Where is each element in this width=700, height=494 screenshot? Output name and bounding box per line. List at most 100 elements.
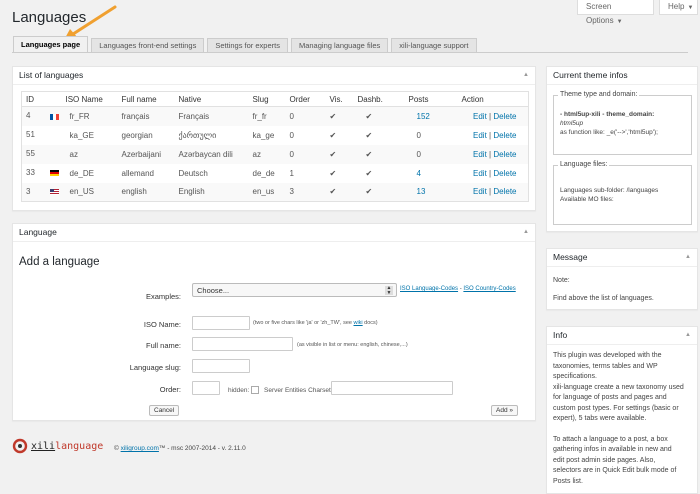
flag-cell	[49, 169, 70, 178]
tab-languages-page[interactable]: Languages page	[13, 36, 89, 52]
theme-domain-info: - html5up-xili - theme_domain: html5up a…	[560, 110, 658, 137]
delete-link[interactable]: Delete	[493, 131, 516, 140]
link-separator: -	[459, 286, 462, 292]
collapse-icon[interactable]: ▲	[685, 327, 691, 344]
panel-title: List of languages	[19, 70, 84, 80]
panel-header[interactable]: Current theme infos	[547, 67, 697, 85]
edit-link[interactable]: Edit	[473, 112, 487, 121]
iso-name-hint: (two or five chars like 'ja' or 'zh_TW',…	[253, 320, 378, 326]
collapse-icon[interactable]: ▲	[685, 249, 691, 266]
row-dashb: ✔	[365, 168, 373, 178]
row-order: 1	[289, 168, 294, 178]
panel-title: Info	[553, 330, 568, 340]
iso-name-input[interactable]	[192, 316, 250, 330]
cancel-button[interactable]: Cancel	[149, 405, 180, 416]
delete-link[interactable]: Delete	[493, 169, 516, 178]
iso-country-codes-link[interactable]: ISO Country-Codes	[463, 286, 515, 292]
edit-link[interactable]: Edit	[473, 131, 487, 140]
row-dashb: ✔	[353, 182, 405, 202]
language-files-legend: Language files:	[558, 161, 610, 168]
posts-count[interactable]: 13	[417, 187, 426, 196]
delete-link[interactable]: Delete	[493, 112, 516, 121]
current-theme-infos-panel: Current theme infos Theme type and domai…	[546, 66, 698, 232]
edit-link[interactable]: Edit	[473, 187, 487, 196]
action-separator: |	[489, 111, 492, 121]
row-full-name: allemand	[121, 168, 154, 178]
screen-options-button[interactable]: Screen Options ▼	[577, 0, 654, 25]
logo-text-b: language	[55, 440, 104, 452]
collapse-icon[interactable]: ▲	[523, 224, 529, 241]
language-slug-input[interactable]	[192, 359, 250, 373]
row-native: English	[174, 182, 249, 202]
order-input[interactable]	[192, 381, 220, 395]
col-slug: Slug	[248, 91, 286, 107]
row-vis: ✔	[325, 106, 354, 126]
posts-count[interactable]: 152	[417, 112, 430, 121]
panel-header[interactable]: Info ▲	[547, 327, 697, 345]
hidden-checkbox[interactable]	[251, 386, 259, 394]
hint-text: (two or five chars like 'ja' or 'zh_TW',…	[253, 320, 354, 326]
add-button[interactable]: Add »	[491, 405, 518, 416]
info-line: selectors are in Quick Edit bulk mode of	[553, 467, 677, 474]
xiligroup-link[interactable]: xiligroup.com	[121, 445, 159, 452]
edit-link[interactable]: Edit	[473, 169, 487, 178]
iso-language-codes-link[interactable]: ISO Language-Codes	[400, 286, 458, 292]
delete-link[interactable]: Delete	[493, 187, 516, 196]
row-full-name: english	[117, 182, 175, 202]
posts-count[interactable]: 4	[417, 169, 421, 178]
message-panel: Message ▲ Note: Find above the list of l…	[546, 248, 698, 310]
order-label: Order:	[159, 385, 181, 394]
info-line: Posts list.	[553, 477, 583, 485]
posts-count: 0	[416, 149, 421, 159]
tab-support[interactable]: xili-language support	[391, 38, 477, 52]
row-iso: en_US	[49, 182, 118, 202]
info-panel: Info ▲ This plugin was developed with th…	[546, 326, 698, 494]
row-full-name: Azerbaijani	[117, 144, 175, 164]
iso-name-label: ISO Name:	[143, 320, 181, 329]
caret-down-icon: ▼	[687, 5, 694, 11]
examples-select[interactable]: Choose... ▲ ▼	[192, 283, 397, 297]
theme-domain-legend: Theme type and domain:	[558, 91, 640, 98]
tab-front-end-settings[interactable]: Languages front-end settings	[91, 38, 205, 52]
table-row: 3 en_US english English en_us 3 ✔ ✔ 13 Edit | Del…	[21, 182, 529, 202]
panel-header[interactable]: List of languages ▲	[13, 67, 535, 85]
theme-domain-box: Theme type and domain: - html5up-xili - …	[553, 91, 692, 155]
row-posts: 13	[404, 182, 458, 202]
info-line: This plugin was developed with the	[553, 352, 662, 359]
row-iso: az	[61, 144, 118, 164]
help-button[interactable]: Help ▼	[659, 0, 698, 15]
row-dashb: ✔	[353, 144, 405, 164]
logo-text: xililanguage	[31, 441, 103, 452]
panel-header[interactable]: Language ▲	[13, 224, 535, 242]
row-action: Edit | Delete	[457, 182, 529, 202]
row-action: Edit | Delete	[457, 144, 529, 164]
hint-text: docs)	[362, 320, 378, 326]
charset-input[interactable]	[331, 381, 453, 395]
settings-tabs: Languages page Languages front-end setti…	[13, 36, 477, 52]
edit-link[interactable]: Edit	[473, 150, 487, 159]
info-line: specifications.	[553, 373, 597, 380]
row-slug: fr_fr	[248, 106, 286, 126]
delete-link[interactable]: Delete	[493, 150, 516, 159]
table-row: 55 az Azerbaijani Azərbaycan dili az 0 ✔ ✔ 0 Edit…	[21, 144, 529, 164]
info-line: as function like: _e('-->','html5up');	[560, 129, 658, 136]
info-line: xili-language create a new taxonomy used	[553, 383, 684, 391]
caret-down-icon: ▼	[616, 19, 623, 25]
flag-cell	[49, 187, 70, 196]
list-of-languages-panel: List of languages ▲ ID ISO Name Full nam…	[12, 66, 536, 211]
full-name-input[interactable]	[192, 337, 293, 351]
tab-managing-language-files[interactable]: Managing language files	[290, 38, 389, 52]
logo-icon	[12, 438, 28, 454]
col-id: ID	[21, 91, 62, 107]
wiki-link[interactable]: wiki	[353, 320, 362, 326]
action-separator: |	[489, 130, 492, 140]
row-order: 0	[289, 130, 294, 140]
col-order: Order	[285, 91, 326, 107]
tab-settings-for-experts[interactable]: Settings for experts	[207, 38, 288, 52]
panel-header[interactable]: Message ▲	[547, 249, 697, 267]
info-line: expert), 5 tabs were available.	[553, 415, 647, 422]
row-vis: ✔	[329, 130, 337, 140]
row-native: ქართული	[178, 130, 217, 140]
collapse-icon[interactable]: ▲	[523, 67, 529, 84]
row-dashb: ✔	[365, 130, 373, 140]
